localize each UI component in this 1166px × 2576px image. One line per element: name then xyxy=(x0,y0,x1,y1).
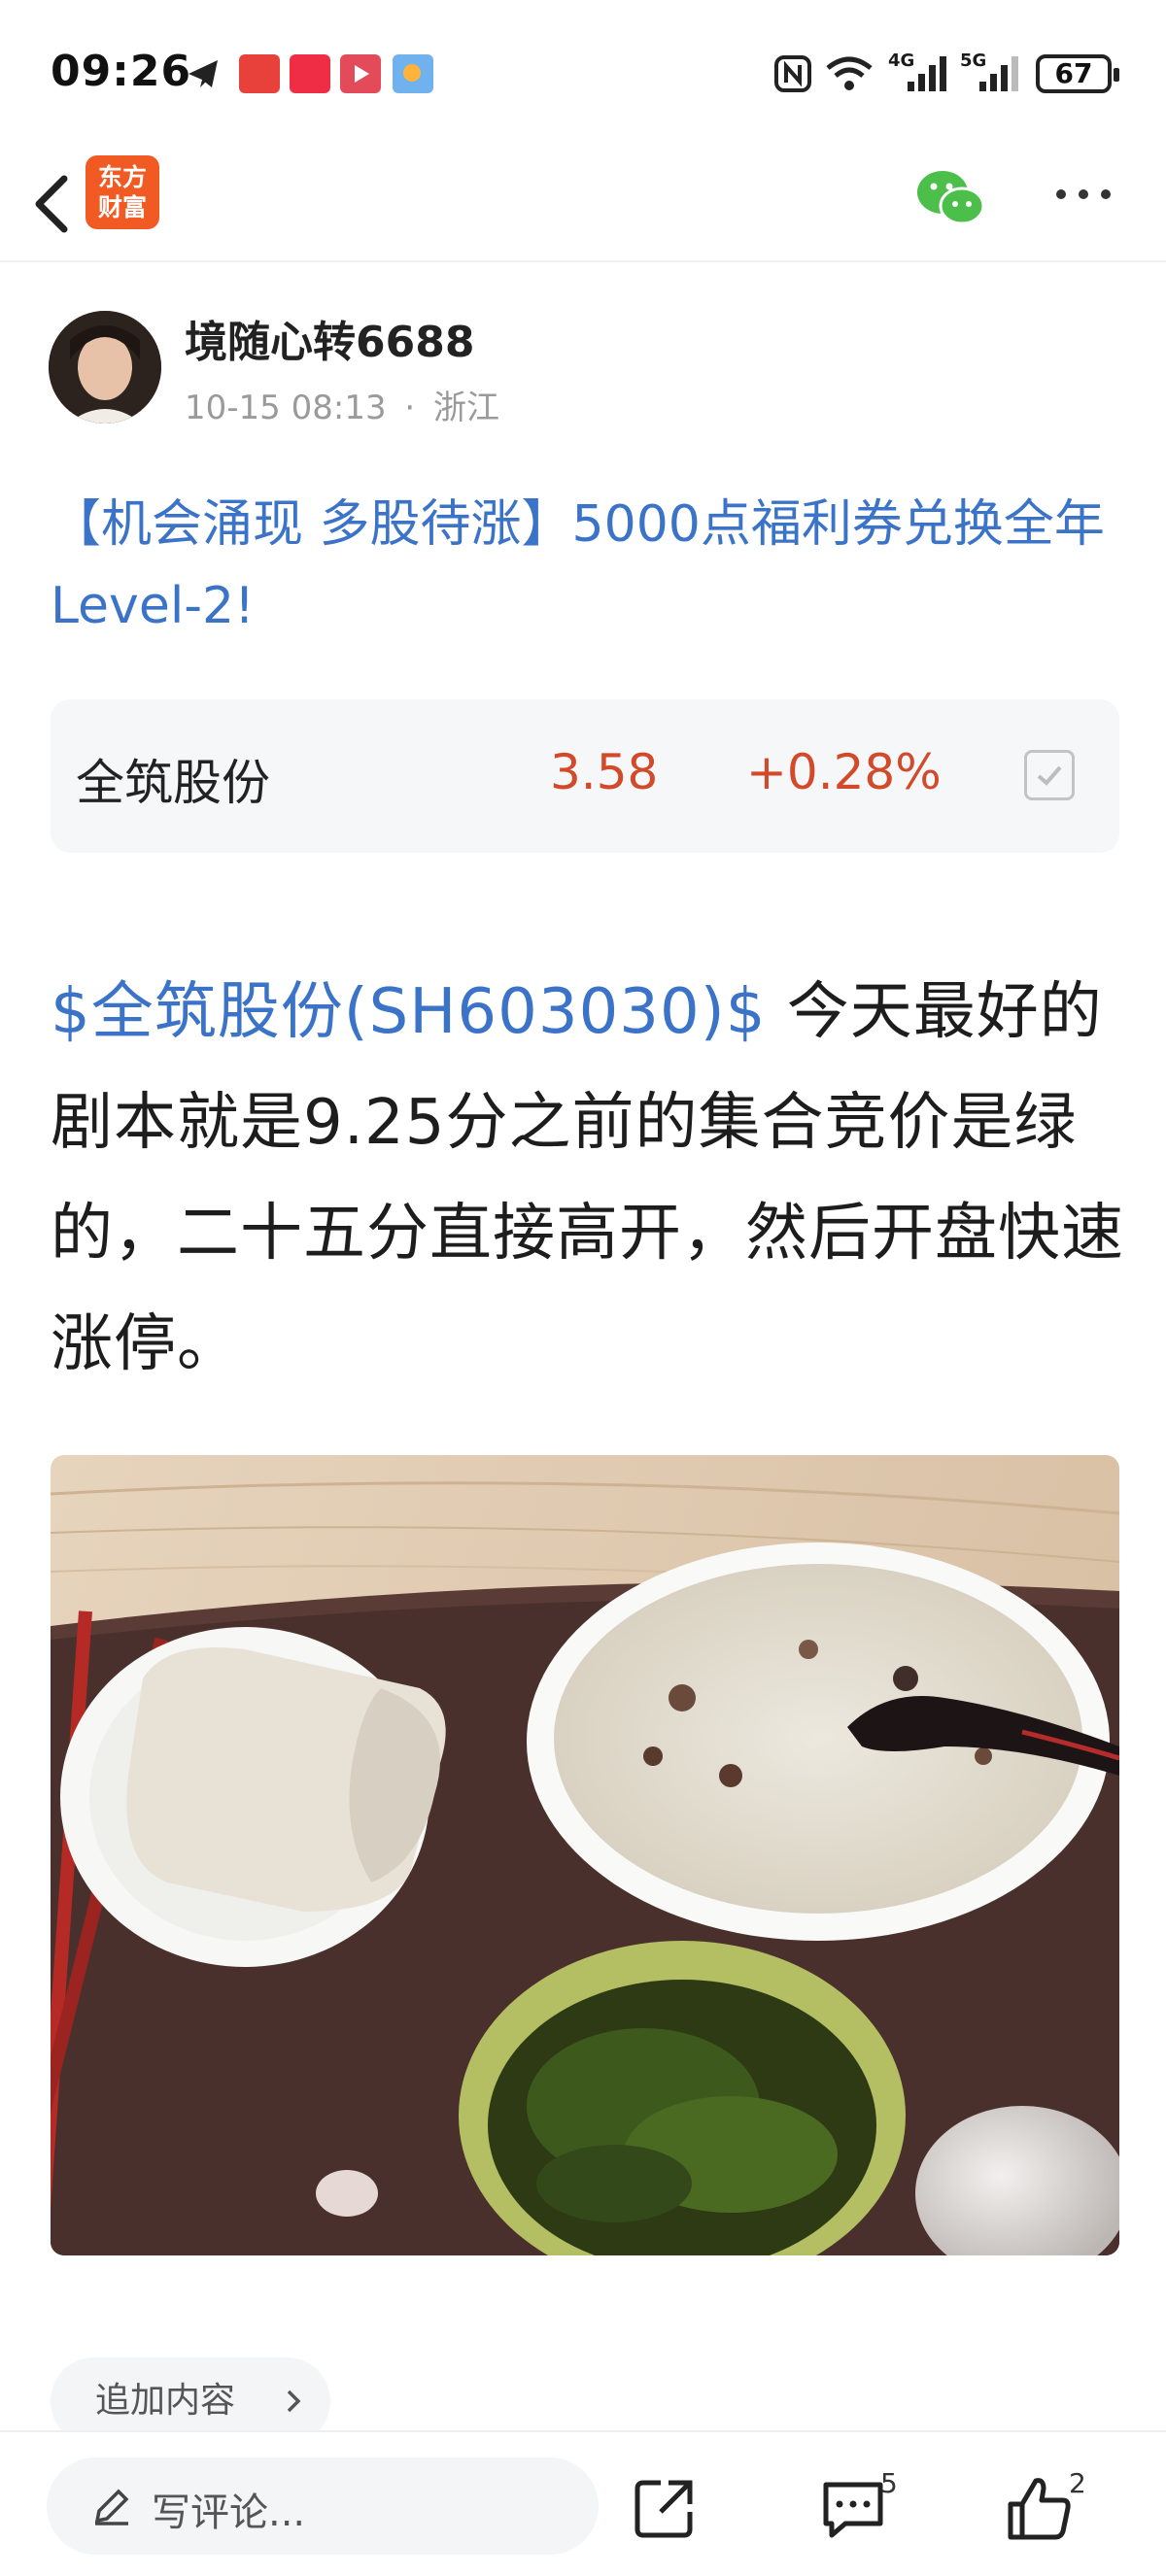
watchlist-checkbox-icon[interactable] xyxy=(1024,750,1075,800)
status-time: 09:26 xyxy=(51,47,192,96)
stock-change: +0.28% xyxy=(746,744,942,800)
more-dots-icon[interactable] xyxy=(1049,175,1117,214)
comment-placeholder: 写评论... xyxy=(152,2491,306,2535)
nfc-icon xyxy=(774,55,811,92)
like-icon[interactable] xyxy=(1003,2471,1077,2545)
like-count: 2 xyxy=(1069,2467,1086,2499)
chevron-right-icon xyxy=(287,2390,301,2413)
signal-4g: 4G xyxy=(888,51,950,93)
signal-5g: 5G xyxy=(960,51,1022,93)
stock-name: 全筑股份 xyxy=(76,755,270,811)
comment-input[interactable]: 写评论... xyxy=(47,2457,599,2555)
comment-icon[interactable] xyxy=(816,2471,890,2545)
logo-text-line1: 东方 xyxy=(97,163,147,191)
back-arrow-icon[interactable] xyxy=(21,165,80,243)
comment-count: 5 xyxy=(880,2467,898,2499)
video-icon xyxy=(340,54,381,93)
status-bar: 09:26 4G 5G 67 xyxy=(0,0,1166,146)
toutiao-icon xyxy=(239,54,280,93)
telegram-icon xyxy=(189,60,218,87)
stock-card[interactable]: 全筑股份 3.58 +0.28% xyxy=(51,699,1119,853)
battery-indicator: 67 xyxy=(1036,54,1119,93)
wechat-icon[interactable] xyxy=(913,165,991,233)
wifi-icon xyxy=(826,56,873,90)
add-content-label: 追加内容 xyxy=(95,2381,236,2421)
logo-text-line2: 财富 xyxy=(97,193,147,221)
author-name[interactable]: 境随心转6688 xyxy=(185,307,474,369)
weather-icon xyxy=(393,54,433,93)
post-title[interactable]: 【机会涌现 多股待涨】5000点福利券兑换全年Level-2! xyxy=(51,484,1129,647)
xiaohongshu-icon xyxy=(290,54,330,93)
post-location: 浙江 xyxy=(433,389,500,427)
stock-price: 3.58 xyxy=(550,744,659,800)
app-header: 东方 财富 xyxy=(0,146,1166,262)
avatar[interactable] xyxy=(49,311,161,424)
stock-link[interactable]: $全筑股份(SH603030)$ xyxy=(51,976,766,1048)
post-meta: 10-15 08:13 · 浙江 xyxy=(185,381,499,428)
bottom-action-bar: 写评论... 5 2 xyxy=(0,2430,1166,2576)
post-time: 10-15 08:13 xyxy=(185,389,387,427)
post-body: $全筑股份(SH603030)$ 今天最好的剧本就是9.25分之前的集合竞价是绿… xyxy=(51,957,1129,1400)
share-icon[interactable] xyxy=(628,2471,702,2545)
app-logo[interactable]: 东方 财富 xyxy=(86,155,159,229)
meta-separator: · xyxy=(404,389,416,427)
post-image[interactable] xyxy=(51,1455,1119,2255)
pencil-icon xyxy=(94,2489,129,2525)
